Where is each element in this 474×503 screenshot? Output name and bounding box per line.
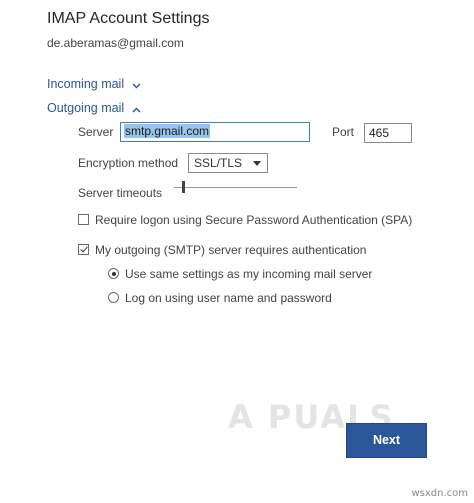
server-timeouts-label: Server timeouts <box>78 186 163 200</box>
chevron-up-icon <box>132 102 141 116</box>
spa-label: Require logon using Secure Password Auth… <box>95 213 413 227</box>
server-label: Server <box>78 125 114 139</box>
radio-logon-credentials[interactable] <box>108 292 119 303</box>
next-button[interactable]: Next <box>346 423 427 458</box>
incoming-mail-toggle[interactable]: Incoming mail <box>47 77 141 92</box>
port-label: Port <box>332 125 355 139</box>
account-email: de.aberamas@gmail.com <box>47 36 184 50</box>
outgoing-mail-toggle[interactable]: Outgoing mail <box>47 101 141 116</box>
outgoing-mail-label: Outgoing mail <box>47 101 125 115</box>
radio-same-settings[interactable] <box>108 268 119 279</box>
chevron-down-icon <box>132 78 141 92</box>
server-input-value: smtp.gmail.com <box>124 124 211 138</box>
watermark-site: wsxdn.com <box>411 488 468 499</box>
dialog-title: IMAP Account Settings <box>47 10 210 27</box>
radio-logon-credentials-label: Log on using user name and password <box>125 291 332 305</box>
server-timeouts-slider[interactable] <box>174 187 297 188</box>
dropdown-arrow-icon <box>253 161 261 166</box>
port-input[interactable]: 465 <box>364 123 412 143</box>
server-timeouts-slider-thumb[interactable] <box>182 181 185 193</box>
encryption-method-label: Encryption method <box>78 156 179 170</box>
incoming-mail-label: Incoming mail <box>47 77 125 91</box>
smtp-auth-checkbox[interactable] <box>78 244 89 255</box>
encryption-method-value: SSL/TLS <box>194 156 243 170</box>
radio-same-settings-label: Use same settings as my incoming mail se… <box>125 267 373 281</box>
spa-checkbox[interactable] <box>78 214 89 225</box>
smtp-auth-label: My outgoing (SMTP) server requires authe… <box>95 243 367 257</box>
server-input[interactable]: smtp.gmail.com <box>120 122 310 142</box>
encryption-method-select[interactable]: SSL/TLS <box>188 153 268 173</box>
